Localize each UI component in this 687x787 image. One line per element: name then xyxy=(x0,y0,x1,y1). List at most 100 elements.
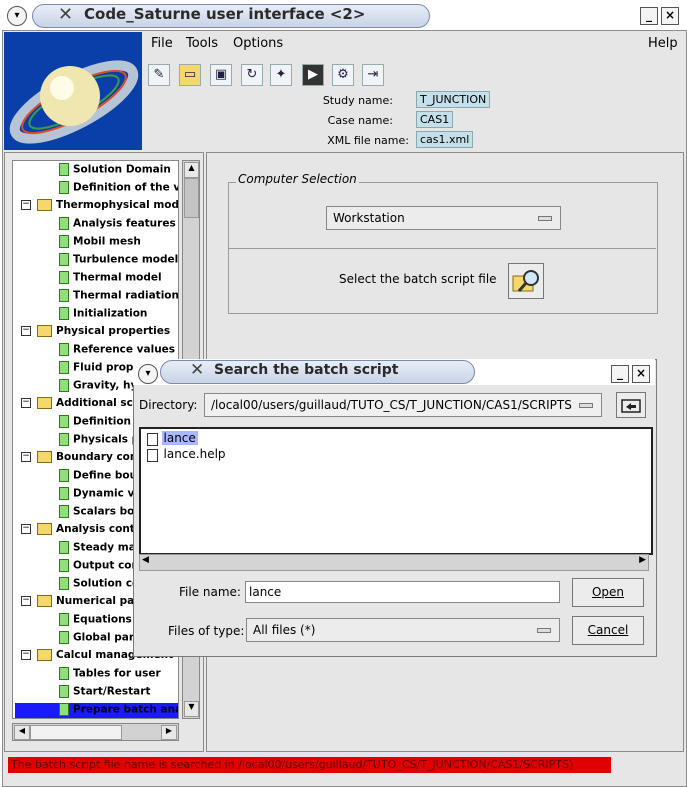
tree-leaf-item[interactable]: Analysis features xyxy=(59,217,176,235)
save-icon[interactable]: ▣ xyxy=(210,64,232,86)
file-item-lance[interactable]: lance xyxy=(147,431,198,447)
tree-leaf-item[interactable]: Solution co xyxy=(59,577,139,595)
tree-leaf-item[interactable]: Tables for user xyxy=(59,667,161,685)
tree-leaf-item[interactable]: Dynamic va xyxy=(59,487,141,505)
collapse-icon[interactable]: − xyxy=(21,452,31,462)
tree-leaf-item[interactable]: Steady man xyxy=(59,541,143,559)
collapse-icon[interactable]: − xyxy=(21,650,31,660)
tree-item-label: Reference values xyxy=(73,343,176,356)
page-icon xyxy=(59,217,69,230)
page-icon xyxy=(59,343,69,356)
scroll-up-arrow-icon[interactable]: ▲ xyxy=(184,162,199,178)
new-file-icon[interactable]: ✎ xyxy=(148,64,170,86)
tree-folder-item[interactable]: − Boundary cond xyxy=(21,451,145,469)
open-xml-icon[interactable]: ▭ xyxy=(179,64,201,86)
folder-icon xyxy=(37,199,52,211)
dialog-x-icon: ✕ xyxy=(190,360,205,380)
file-item-lance-help[interactable]: lance.help xyxy=(147,447,228,463)
scroll-left-arrow-icon[interactable]: ◀ xyxy=(14,725,30,740)
search-file-button[interactable] xyxy=(508,263,544,299)
computer-select[interactable]: Workstation xyxy=(326,206,561,230)
file-list-h-scrollbar[interactable]: ◀ ▶ xyxy=(139,554,649,571)
exit-icon[interactable]: ⇥ xyxy=(362,64,384,86)
refresh-icon[interactable]: ↻ xyxy=(241,64,263,86)
dialog-menu-button[interactable]: ▾ xyxy=(138,364,158,384)
tree-leaf-item[interactable]: Equations p xyxy=(59,613,143,631)
h-scroll-thumb[interactable] xyxy=(30,725,122,740)
tree-folder-item[interactable]: − Analysis contr xyxy=(21,523,140,541)
tree-leaf-item[interactable]: Prepare batch analy xyxy=(15,703,178,718)
dialog-close-button[interactable]: × xyxy=(632,365,650,383)
tree-folder-item[interactable]: − Additional scal xyxy=(21,397,144,415)
scroll-right-arrow-icon[interactable]: ▶ xyxy=(639,555,646,565)
tree-leaf-item[interactable]: Start/Restart xyxy=(59,685,150,703)
dialog-title: Search the batch script xyxy=(214,362,399,378)
page-icon xyxy=(59,505,69,518)
tree-folder-item[interactable]: − Physical properties xyxy=(21,325,170,343)
collapse-icon[interactable]: − xyxy=(21,596,31,606)
page-icon xyxy=(59,379,69,392)
tree-leaf-item[interactable]: Output cont xyxy=(59,559,144,577)
tree-leaf-item[interactable]: Thermal model xyxy=(59,271,162,289)
case-name-label: Case name: xyxy=(327,114,393,127)
scroll-down-arrow-icon[interactable]: ▼ xyxy=(184,701,199,717)
tools-icon[interactable]: ✦ xyxy=(270,64,292,86)
collapse-icon[interactable]: − xyxy=(21,200,31,210)
scroll-right-arrow-icon[interactable]: ▶ xyxy=(161,725,177,740)
tree-leaf-item[interactable]: Definition a xyxy=(59,415,142,433)
folder-icon xyxy=(37,649,52,661)
tree-item-label: Global para xyxy=(73,631,142,644)
directory-select[interactable]: /local00/users/guillaud/TUTO_CS/T_JUNCTI… xyxy=(204,393,602,417)
menu-file[interactable]: File xyxy=(151,36,173,51)
tree-leaf-item[interactable]: Scalars bou xyxy=(59,505,142,523)
tree-leaf-item[interactable]: Initialization xyxy=(59,307,147,325)
tree-horizontal-scrollbar[interactable]: ◀ ▶ xyxy=(12,723,179,741)
dialog-minimize-button[interactable]: _ xyxy=(611,365,629,383)
scroll-thumb[interactable] xyxy=(184,178,199,218)
tree-item-label: Analysis contr xyxy=(56,523,140,535)
tree-item-label: Solution Domain xyxy=(73,163,171,176)
tree-item-label: Turbulence models xyxy=(73,253,179,266)
scroll-left-arrow-icon[interactable]: ◀ xyxy=(142,555,149,565)
tree-item-label: Start/Restart xyxy=(73,685,151,698)
run-icon[interactable]: ⚙ xyxy=(332,64,354,86)
tree-leaf-item[interactable]: Global para xyxy=(59,631,141,649)
menu-tools[interactable]: Tools xyxy=(186,36,218,51)
tree-item-label: Thermal model xyxy=(73,271,162,284)
cancel-button[interactable]: Cancel xyxy=(572,616,644,645)
file-list[interactable]: lance lance.help xyxy=(139,427,653,555)
collapse-icon[interactable]: − xyxy=(21,326,31,336)
collapse-icon[interactable]: − xyxy=(21,398,31,408)
parent-directory-button[interactable] xyxy=(616,392,646,418)
minimize-button[interactable]: _ xyxy=(640,7,658,25)
tree-folder-item[interactable]: − Thermophysical models xyxy=(21,199,178,217)
tree-leaf-item[interactable]: Definition of the volu xyxy=(59,181,178,199)
tree-folder-item[interactable]: − Numerical para xyxy=(21,595,147,613)
page-icon xyxy=(59,361,69,374)
folder-icon xyxy=(37,523,52,535)
menu-help[interactable]: Help xyxy=(648,36,678,51)
file-type-select[interactable]: All files (*) xyxy=(246,618,560,642)
menu-options[interactable]: Options xyxy=(233,36,283,51)
page-icon xyxy=(59,181,69,194)
collapse-icon[interactable]: − xyxy=(21,524,31,534)
tree-item-label: Initialization xyxy=(73,307,148,320)
computer-select-value: Workstation xyxy=(333,211,405,225)
tree-leaf-item[interactable]: Mobil mesh xyxy=(59,235,141,253)
batch-script-label: Select the batch script file xyxy=(339,272,497,286)
close-button[interactable]: × xyxy=(661,7,679,25)
page-icon xyxy=(59,667,69,680)
window-menu-button[interactable]: ▾ xyxy=(7,6,27,26)
tree-item-label: Analysis features xyxy=(73,217,176,230)
terminal-icon[interactable]: ▶ xyxy=(302,64,324,86)
tree-leaf-item[interactable]: Thermal radiation xyxy=(59,289,179,307)
tree-leaf-item[interactable]: Turbulence models xyxy=(59,253,179,271)
tree-leaf-item[interactable]: Physicals p xyxy=(59,433,139,451)
tree-leaf-item[interactable]: Define boun xyxy=(59,469,145,487)
tree-item-label: Thermal radiation xyxy=(73,289,179,302)
file-name-input[interactable]: lance xyxy=(245,581,560,603)
tree-leaf-item[interactable]: Gravity, hyd xyxy=(59,379,145,397)
tree-leaf-item[interactable]: Solution Domain xyxy=(59,163,171,181)
open-button[interactable]: Open xyxy=(572,578,644,607)
page-icon xyxy=(59,541,69,554)
